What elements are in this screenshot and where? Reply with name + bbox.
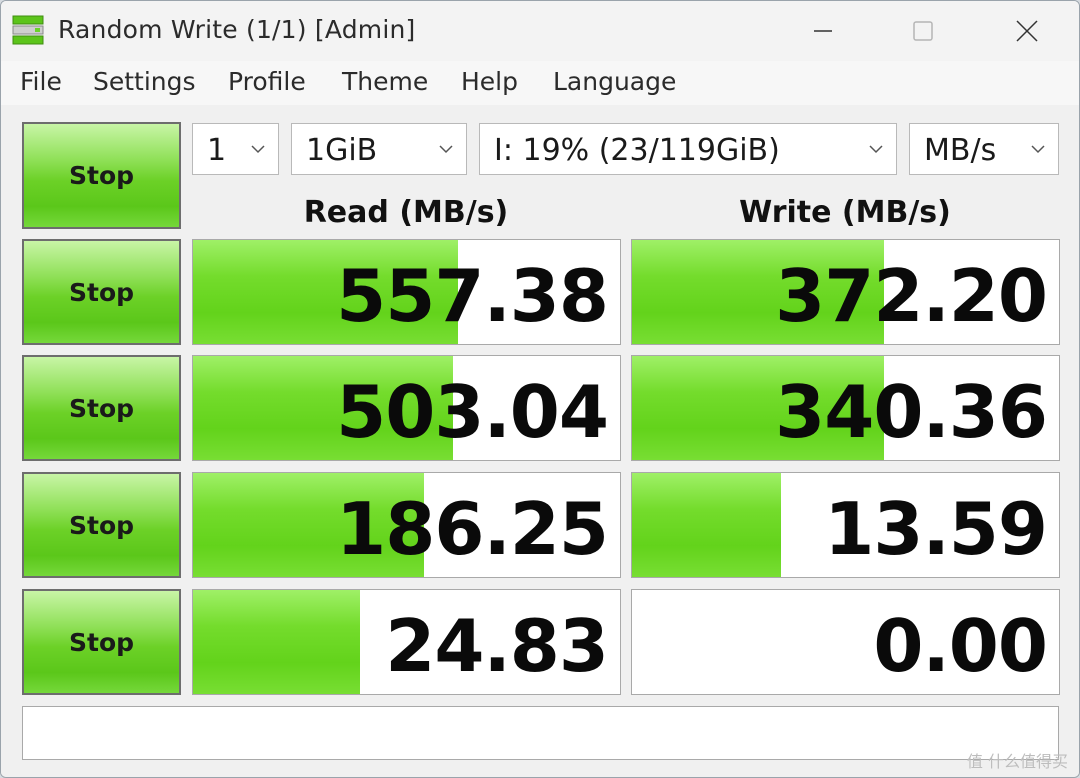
test-size-select[interactable]: 1GiB: [291, 123, 467, 175]
stop-button-label: Stop: [68, 627, 135, 657]
chevron-down-icon: [251, 145, 265, 154]
menu-file[interactable]: File: [20, 67, 62, 96]
stop-button-row-4[interactable]: Stop: [22, 589, 181, 695]
stop-all-button[interactable]: Stop: [22, 122, 181, 229]
menu-bar: File Settings Profile Theme Help Languag…: [1, 61, 1079, 105]
read-result-row-1: 557.38: [192, 239, 621, 345]
title-bar[interactable]: Random Write (1/1) [Admin]: [1, 1, 1079, 61]
menu-help[interactable]: Help: [461, 67, 518, 96]
write-column-header: Write (MB/s): [739, 195, 951, 230]
write-value: 0.00: [873, 604, 1048, 688]
stop-button-label: Stop: [68, 393, 135, 423]
close-icon[interactable]: [997, 9, 1057, 53]
main-panel: Stop 1 1GiB I: 19% (23/119GiB) MB/s Read…: [1, 105, 1079, 777]
write-result-row-1: 372.20: [631, 239, 1060, 345]
test-size-value: 1GiB: [306, 133, 378, 168]
stop-button-label: Stop: [68, 510, 135, 540]
stop-button-row-1[interactable]: Stop: [22, 239, 181, 345]
menu-profile[interactable]: Profile: [228, 67, 306, 96]
watermark-text: 值 什么值得买: [966, 752, 1068, 771]
write-result-row-2: 340.36: [631, 355, 1060, 461]
maximize-icon[interactable]: [893, 9, 953, 53]
test-count-value: 1: [207, 133, 227, 168]
read-value: 557.38: [336, 254, 609, 338]
read-value: 186.25: [336, 487, 609, 571]
minimize-icon[interactable]: [793, 9, 853, 53]
window-title: Random Write (1/1) [Admin]: [58, 15, 416, 44]
chevron-down-icon: [869, 145, 883, 154]
read-result-row-2: 503.04: [192, 355, 621, 461]
stop-button-label: Stop: [68, 277, 135, 307]
menu-language[interactable]: Language: [553, 67, 676, 96]
drive-value: I: 19% (23/119GiB): [494, 133, 780, 168]
app-icon: [12, 15, 44, 45]
read-result-row-3: 186.25: [192, 472, 621, 578]
app-window: Random Write (1/1) [Admin] File Settings…: [0, 0, 1080, 778]
stop-button-row-3[interactable]: Stop: [22, 472, 181, 578]
write-value: 340.36: [775, 370, 1048, 454]
unit-value: MB/s: [924, 133, 997, 168]
unit-select[interactable]: MB/s: [909, 123, 1059, 175]
write-result-row-3: 13.59: [631, 472, 1060, 578]
write-value: 13.59: [824, 487, 1048, 571]
test-count-select[interactable]: 1: [192, 123, 279, 175]
write-value: 372.20: [775, 254, 1048, 338]
menu-settings[interactable]: Settings: [93, 67, 196, 96]
stop-all-label: Stop: [68, 161, 135, 190]
stop-button-row-2[interactable]: Stop: [22, 355, 181, 461]
write-result-row-4: 0.00: [631, 589, 1060, 695]
drive-select[interactable]: I: 19% (23/119GiB): [479, 123, 897, 175]
read-result-row-4: 24.83: [192, 589, 621, 695]
menu-theme[interactable]: Theme: [342, 67, 428, 96]
read-column-header: Read (MB/s): [303, 195, 509, 230]
read-level-bar: [193, 590, 360, 694]
chevron-down-icon: [439, 145, 453, 154]
write-level-bar: [632, 473, 782, 577]
read-value: 24.83: [385, 604, 609, 688]
read-value: 503.04: [336, 370, 609, 454]
chevron-down-icon: [1031, 145, 1045, 154]
comment-field[interactable]: [22, 706, 1059, 760]
